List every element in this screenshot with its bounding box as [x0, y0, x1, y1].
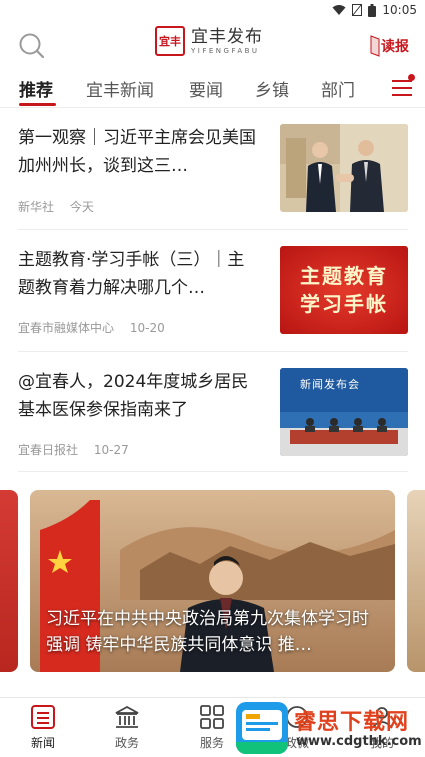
- battery-icon: [368, 3, 377, 17]
- search-icon: [19, 33, 45, 59]
- logo-title: 宜丰发布: [191, 26, 263, 47]
- tab-towns[interactable]: 乡镇: [255, 76, 289, 101]
- thumbnail-text: 新闻发布会: [300, 378, 360, 391]
- app-header: 宜丰 宜丰发布 YIFENGFABU 读报: [0, 20, 425, 70]
- channel-tabs: 推荐 宜丰新闻 要闻 乡镇 部门: [0, 70, 425, 108]
- tab-headlines[interactable]: 要闻: [189, 76, 223, 101]
- news-item[interactable]: 主题教育·学习手帐（三）｜主题教育着力解决哪几个… 宜春市融媒体中心 10-20…: [18, 246, 408, 352]
- app-logo: 宜丰 宜丰发布 YIFENGFABU: [155, 26, 263, 56]
- news-time: 10-20: [129, 321, 165, 335]
- carousel-prev-slide[interactable]: [0, 490, 18, 672]
- nav-services[interactable]: 服务: [182, 704, 242, 751]
- nav-government-label: 政务: [114, 736, 139, 750]
- nav-news[interactable]: 新闻: [13, 704, 73, 751]
- status-time: 10:05: [382, 3, 417, 17]
- news-title: @宜春人，2024年度城乡居民基本医保参保指南来了: [18, 372, 249, 420]
- news-item[interactable]: @宜春人，2024年度城乡居民基本医保参保指南来了 宜春日报社 10-27 新闻…: [18, 368, 408, 472]
- grid-services-icon: [200, 705, 224, 729]
- news-meta: 宜春日报社 10-27: [18, 441, 129, 458]
- watermark-title: 睿思下载网: [294, 710, 410, 735]
- watermark-url: www.cdgthk.com: [296, 734, 422, 749]
- logo-seal: 宜丰: [155, 26, 185, 56]
- wifi-icon: [332, 4, 346, 16]
- tab-recommend[interactable]: 推荐: [19, 76, 53, 101]
- carousel-caption: 习近平在中共中央政治局第九次集体学习时强调 铸牢中华民族共同体意识 推…: [46, 609, 369, 655]
- news-source: 宜春日报社: [18, 443, 79, 457]
- channel-menu-button[interactable]: [391, 74, 415, 98]
- news-thumbnail: [280, 124, 408, 212]
- nav-services-label: 服务: [199, 736, 224, 750]
- carousel-next-slide[interactable]: [407, 490, 425, 672]
- thumbnail-text: 主题教育: [300, 264, 388, 288]
- news-source: 新华社: [18, 200, 55, 214]
- news-title: 主题教育·学习手帐（三）｜主题教育着力解决哪几个…: [18, 250, 245, 298]
- notification-dot: [408, 74, 415, 81]
- news-source: 宜春市融媒体中心: [18, 321, 115, 335]
- newspaper-icon: [370, 35, 380, 57]
- news-item[interactable]: 第一观察｜习近平主席会见美国加州州长，谈到这三… 新华社 今天: [18, 124, 408, 230]
- news-time: 10-27: [93, 443, 129, 457]
- read-newspaper-button[interactable]: 读报: [370, 34, 409, 58]
- site-watermark: 睿思下载网 www.cdgthk.com: [236, 700, 422, 755]
- thumbnail-text: 学习手帐: [300, 292, 388, 316]
- read-newspaper-label: 读报: [381, 39, 409, 55]
- watermark-logo-icon: [236, 702, 288, 754]
- tab-yifeng-news[interactable]: 宜丰新闻: [86, 76, 154, 101]
- no-sim-icon: [352, 4, 363, 16]
- search-button[interactable]: [18, 32, 46, 60]
- headline-carousel[interactable]: 习近平在中共中央政治局第九次集体学习时强调 铸牢中华民族共同体意识 推…: [0, 488, 425, 674]
- logo-subtitle: YIFENGFABU: [191, 46, 260, 55]
- nav-news-label: 新闻: [30, 736, 55, 750]
- news-thumbnail: 新闻发布会: [280, 368, 408, 456]
- news-title: 第一观察｜习近平主席会见美国加州州长，谈到这三…: [18, 128, 256, 176]
- news-time: 今天: [69, 200, 94, 214]
- news-meta: 新华社 今天: [18, 198, 94, 215]
- carousel-slide[interactable]: 习近平在中共中央政治局第九次集体学习时强调 铸牢中华民族共同体意识 推…: [30, 490, 395, 672]
- status-bar: 10:05: [0, 0, 425, 20]
- nav-government[interactable]: 政务: [97, 704, 157, 751]
- menu-icon: [392, 80, 412, 96]
- news-thumbnail: 主题教育 学习手帐: [280, 246, 408, 334]
- news-meta: 宜春市融媒体中心 10-20: [18, 319, 165, 336]
- active-tab-indicator: [19, 103, 56, 106]
- tab-departments[interactable]: 部门: [321, 76, 355, 101]
- government-building-icon: [115, 705, 139, 728]
- news-icon: [31, 705, 55, 729]
